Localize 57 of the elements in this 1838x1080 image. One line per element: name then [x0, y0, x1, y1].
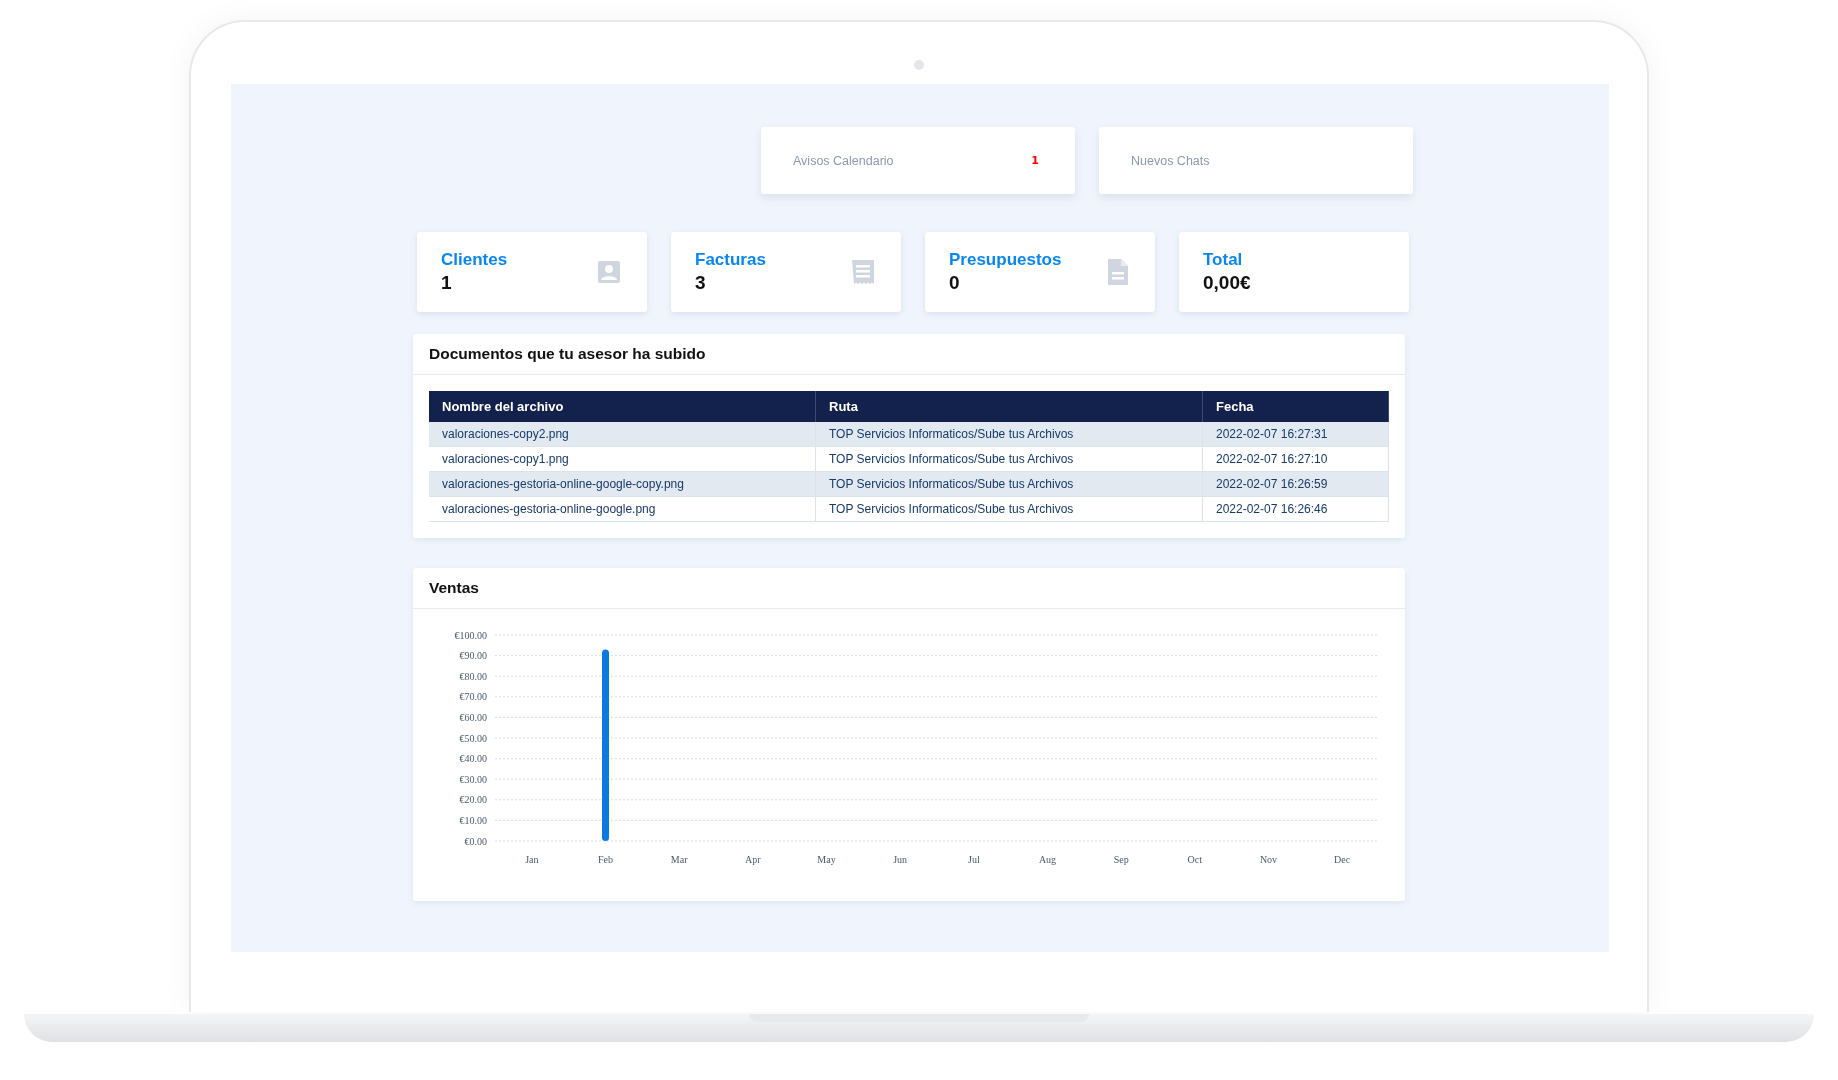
contact-card-icon	[597, 260, 621, 284]
panel-title: Documentos que tu asesor ha subido	[413, 334, 1405, 375]
notice-label: Avisos Calendario	[793, 153, 894, 168]
x-tick-label: Mar	[670, 854, 688, 865]
table-cell: TOP Servicios Informaticos/Sube tus Archivos	[815, 422, 1203, 447]
x-tick-label: Jan	[525, 854, 539, 865]
table-cell: valoraciones-copy2.png	[429, 422, 816, 447]
y-tick-label: €60.00	[459, 711, 487, 723]
stat-title: Total	[1203, 250, 1244, 270]
x-tick-label: Jul	[968, 854, 980, 865]
notice-card[interactable]: Nuevos Chats	[1099, 127, 1413, 194]
x-tick-label: Feb	[598, 854, 613, 865]
y-tick-label: €50.00	[459, 732, 487, 744]
receipt-icon	[851, 259, 875, 285]
panel-title: Ventas	[413, 568, 1405, 609]
y-tick-label: €0.00	[464, 835, 487, 847]
stat-value: 0	[949, 272, 961, 294]
stat-title: Presupuestos	[949, 250, 1062, 270]
table-cell: TOP Servicios Informaticos/Sube tus Archivos	[815, 496, 1203, 522]
stat-title: Facturas	[695, 250, 766, 270]
y-tick-label: €40.00	[459, 753, 487, 765]
notice-label: Nuevos Chats	[1131, 153, 1210, 168]
column-header: Nombre del archivo	[429, 391, 816, 422]
x-tick-label: May	[817, 854, 836, 865]
y-tick-label: €100.00	[454, 629, 487, 641]
x-tick-label: Dec	[1334, 854, 1351, 865]
x-tick-label: Nov	[1259, 854, 1278, 865]
document-icon	[1107, 258, 1129, 286]
stat-title: Clientes	[441, 250, 508, 270]
y-tick-label: €20.00	[459, 794, 487, 806]
table-cell: 2022-02-07 16:26:46	[1202, 496, 1389, 522]
table-cell: TOP Servicios Informaticos/Sube tus Archivos	[815, 446, 1203, 472]
table-cell: valoraciones-gestoria-online-google-copy.png	[429, 471, 816, 497]
y-tick-label: €10.00	[459, 814, 487, 826]
x-tick-label: Jun	[893, 854, 908, 865]
table-cell: 2022-02-07 16:27:31	[1202, 422, 1389, 447]
y-tick-label: €80.00	[459, 670, 487, 682]
x-tick-label: Oct	[1187, 854, 1203, 865]
camera-dot	[914, 60, 924, 70]
y-tick-label: €70.00	[459, 691, 487, 703]
table-cell: TOP Servicios Informaticos/Sube tus Archivos	[815, 471, 1203, 497]
y-tick-label: €30.00	[459, 773, 487, 785]
stat-value: 1	[441, 272, 453, 294]
column-header: Fecha	[1202, 391, 1389, 422]
table-cell: valoraciones-copy1.png	[429, 446, 816, 472]
notice-card[interactable]: Avisos Calendario 1	[761, 127, 1075, 194]
x-tick-label: Apr	[745, 854, 761, 865]
notice-count: 1	[1031, 154, 1039, 167]
y-tick-label: €90.00	[459, 650, 487, 662]
table-cell: 2022-02-07 16:27:10	[1202, 446, 1389, 472]
stat-value: 0,00€	[1203, 272, 1251, 294]
table-cell: 2022-02-07 16:26:59	[1202, 471, 1389, 497]
table-cell: valoraciones-gestoria-online-google.png	[429, 496, 816, 522]
stat-value: 3	[695, 272, 707, 294]
x-tick-label: Aug	[1038, 854, 1057, 865]
x-tick-label: Sep	[1113, 854, 1129, 865]
column-header: Ruta	[815, 391, 1203, 422]
